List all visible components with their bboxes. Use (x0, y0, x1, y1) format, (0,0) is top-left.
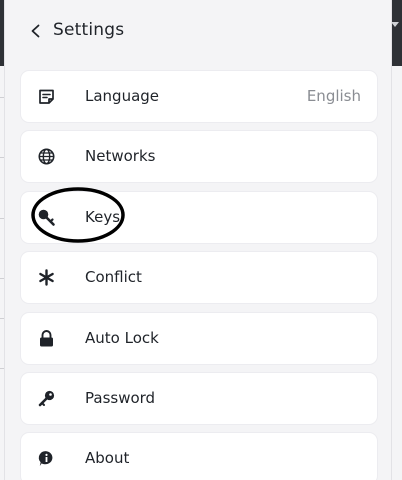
settings-header: Settings (5, 0, 391, 62)
settings-item-label: Language (85, 87, 160, 105)
asterisk-icon (39, 269, 54, 286)
note-icon (39, 89, 54, 104)
background-dropdown-caret-icon (391, 22, 399, 27)
settings-item-keys[interactable]: Keys (21, 192, 377, 243)
globe-icon (38, 148, 55, 165)
settings-item-password[interactable]: Password (21, 373, 377, 424)
password-key-icon (38, 390, 55, 407)
key-icon (38, 209, 55, 226)
settings-item-label: Keys (85, 208, 121, 226)
settings-item-label: Networks (85, 147, 156, 165)
settings-item-networks[interactable]: Networks (21, 131, 377, 182)
chevron-left-icon[interactable] (27, 22, 45, 40)
language-value: English (306, 87, 361, 105)
lock-icon (40, 330, 53, 347)
settings-item-auto-lock[interactable]: Auto Lock (21, 313, 377, 364)
settings-panel: Settings Language English Networks Keys (4, 0, 392, 480)
page-title: Settings (53, 20, 125, 40)
settings-item-conflict[interactable]: Conflict (21, 252, 377, 303)
settings-item-about[interactable]: About (21, 433, 377, 480)
settings-item-label: Auto Lock (85, 329, 159, 347)
settings-item-language[interactable]: Language English (21, 71, 377, 122)
info-icon (38, 451, 53, 466)
settings-item-label: Password (85, 389, 156, 407)
settings-item-label: About (85, 449, 130, 467)
settings-item-label: Conflict (85, 268, 142, 286)
